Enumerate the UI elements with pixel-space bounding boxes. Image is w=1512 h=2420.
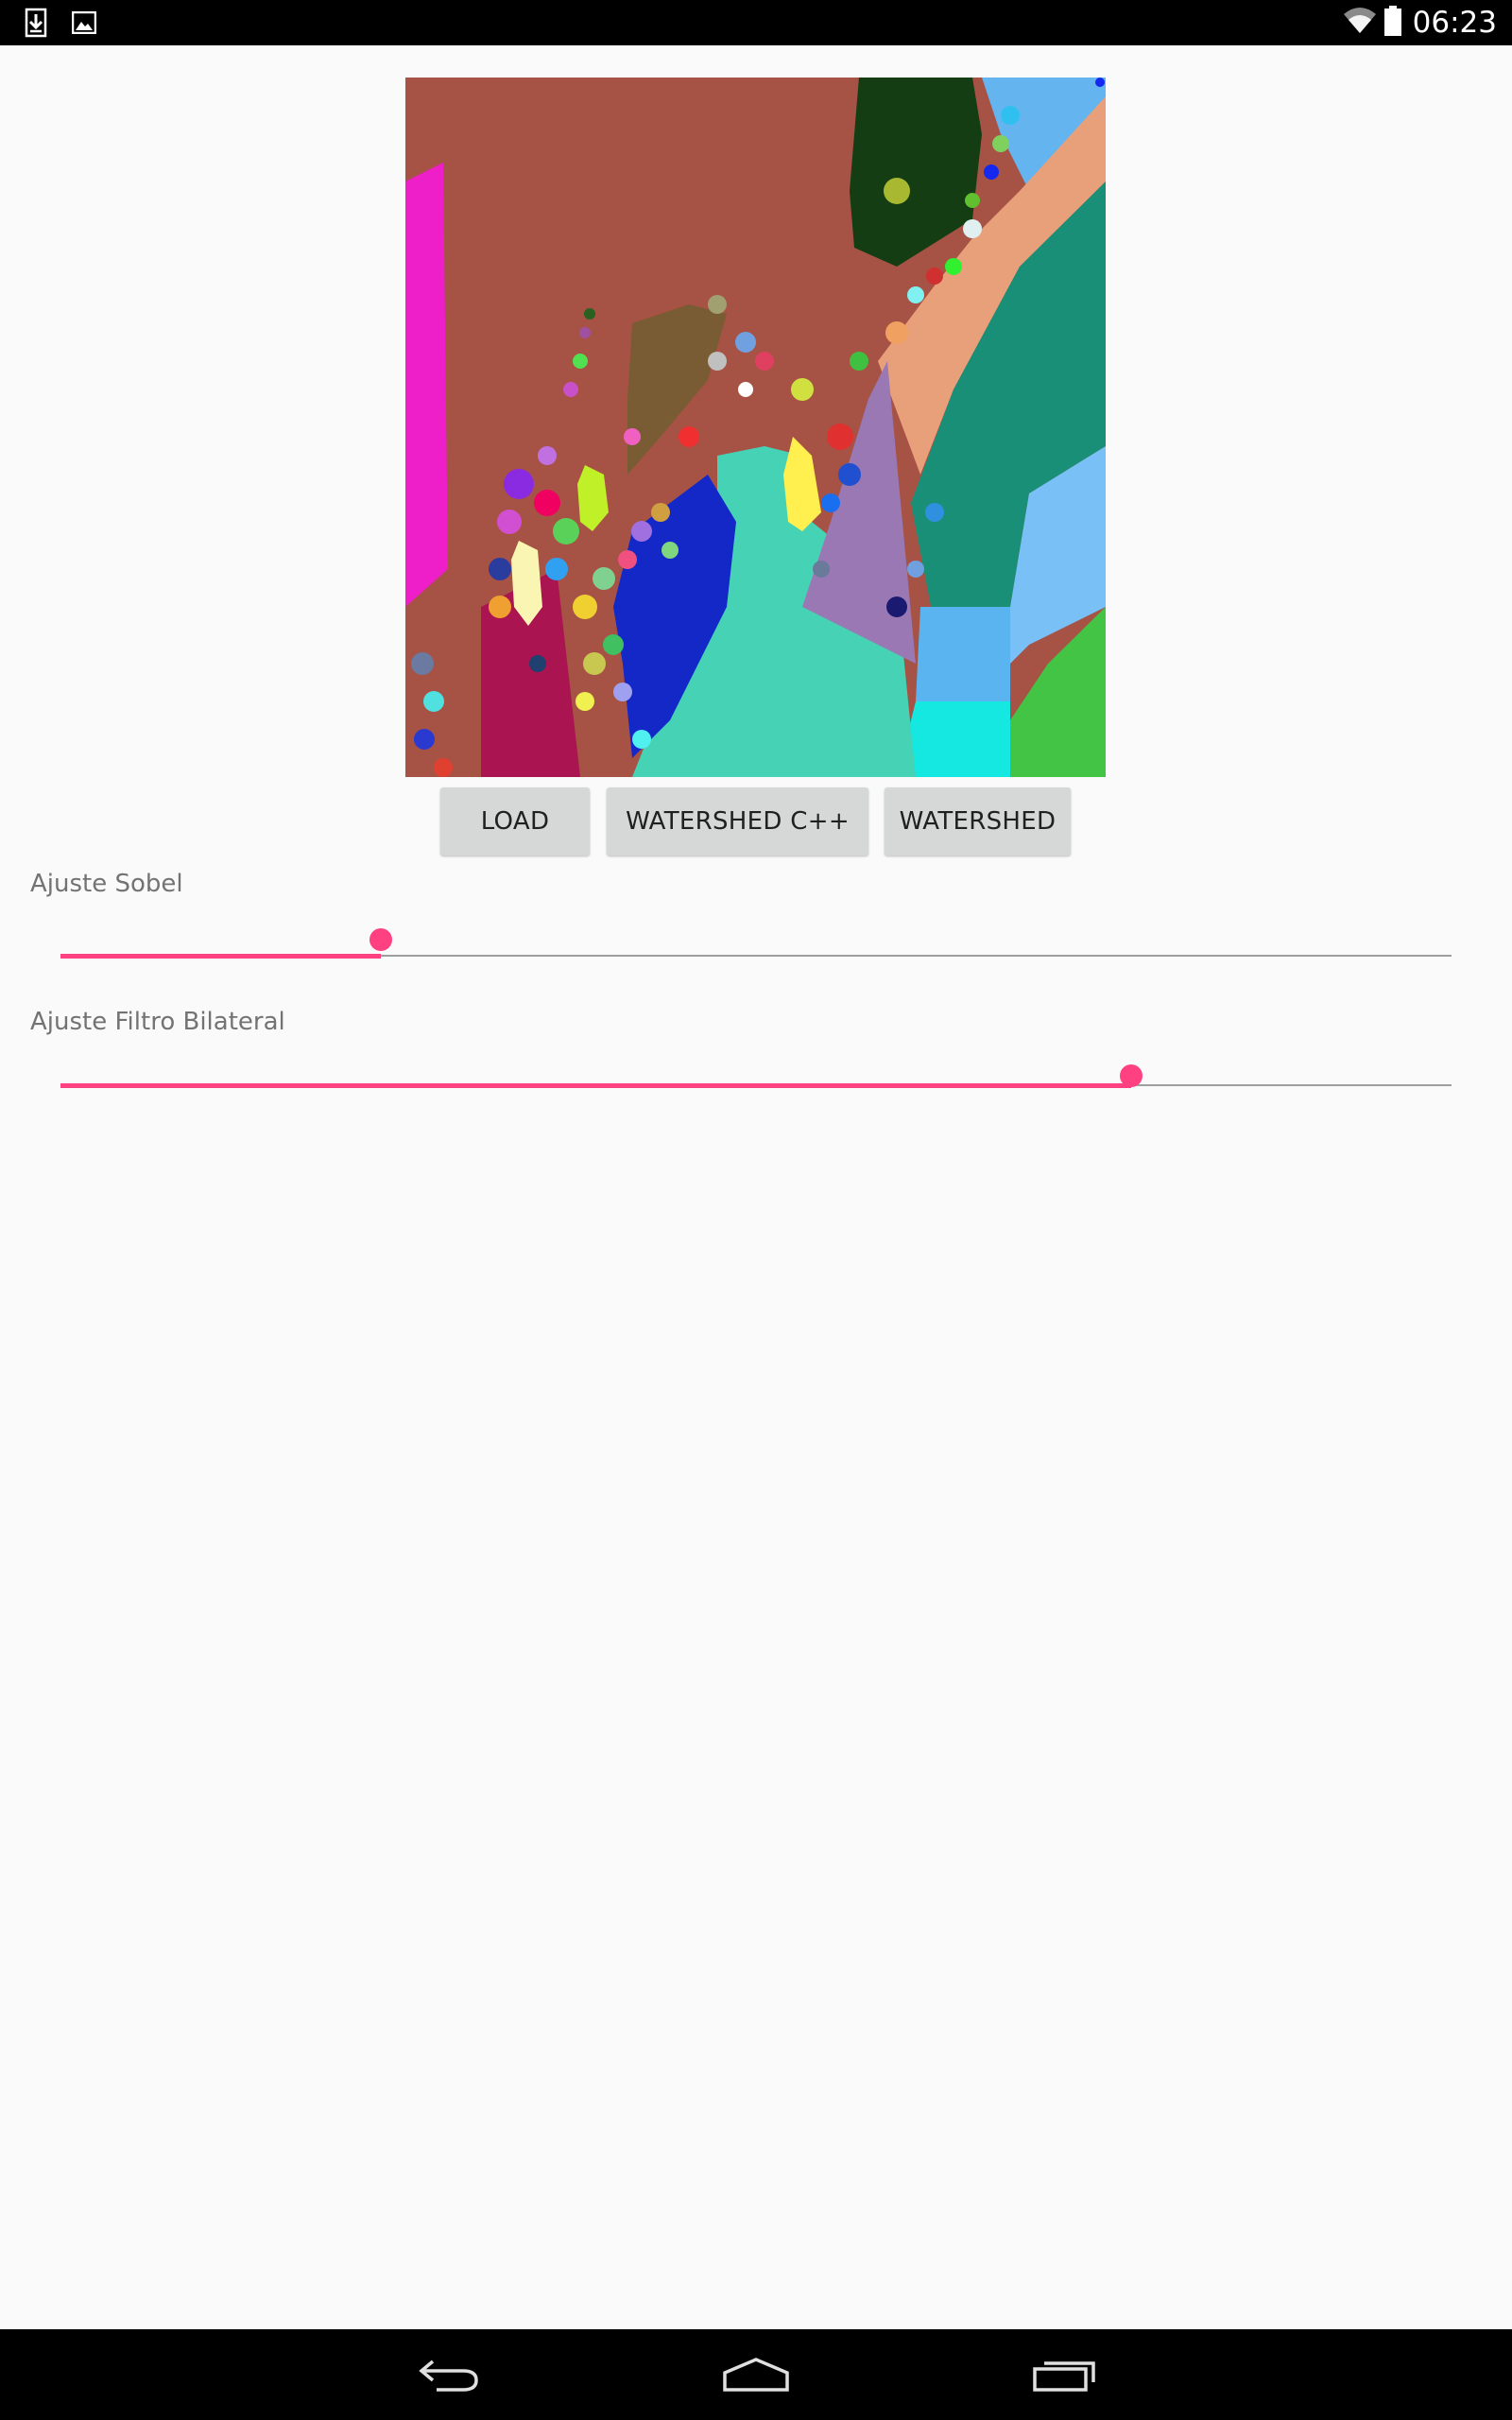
watershed-cpp-button[interactable]: WATERSHED C++ — [607, 787, 868, 856]
home-icon[interactable] — [690, 2329, 822, 2420]
segmentation-result-image — [405, 78, 1106, 777]
sobel-slider-fill — [60, 954, 381, 959]
download-icon — [25, 8, 47, 42]
recents-icon[interactable] — [998, 2329, 1130, 2420]
load-button[interactable]: LOAD — [440, 787, 590, 856]
watershed-button[interactable]: WATERSHED — [885, 787, 1071, 856]
bilateral-slider[interactable] — [60, 1064, 1452, 1102]
status-bar: 06:23 — [0, 0, 1512, 45]
back-icon[interactable] — [383, 2329, 515, 2420]
wifi-icon — [1343, 7, 1377, 39]
bilateral-slider-label: Ajuste Filtro Bilateral — [30, 1008, 285, 1036]
sobel-slider[interactable] — [60, 928, 1452, 966]
navigation-bar — [0, 2329, 1512, 2420]
image-icon — [71, 10, 97, 38]
sobel-slider-label: Ajuste Sobel — [30, 870, 183, 898]
status-clock: 06:23 — [1412, 6, 1497, 40]
bilateral-slider-fill — [60, 1083, 1132, 1088]
battery-icon — [1383, 6, 1401, 40]
sobel-slider-thumb[interactable] — [369, 928, 392, 951]
